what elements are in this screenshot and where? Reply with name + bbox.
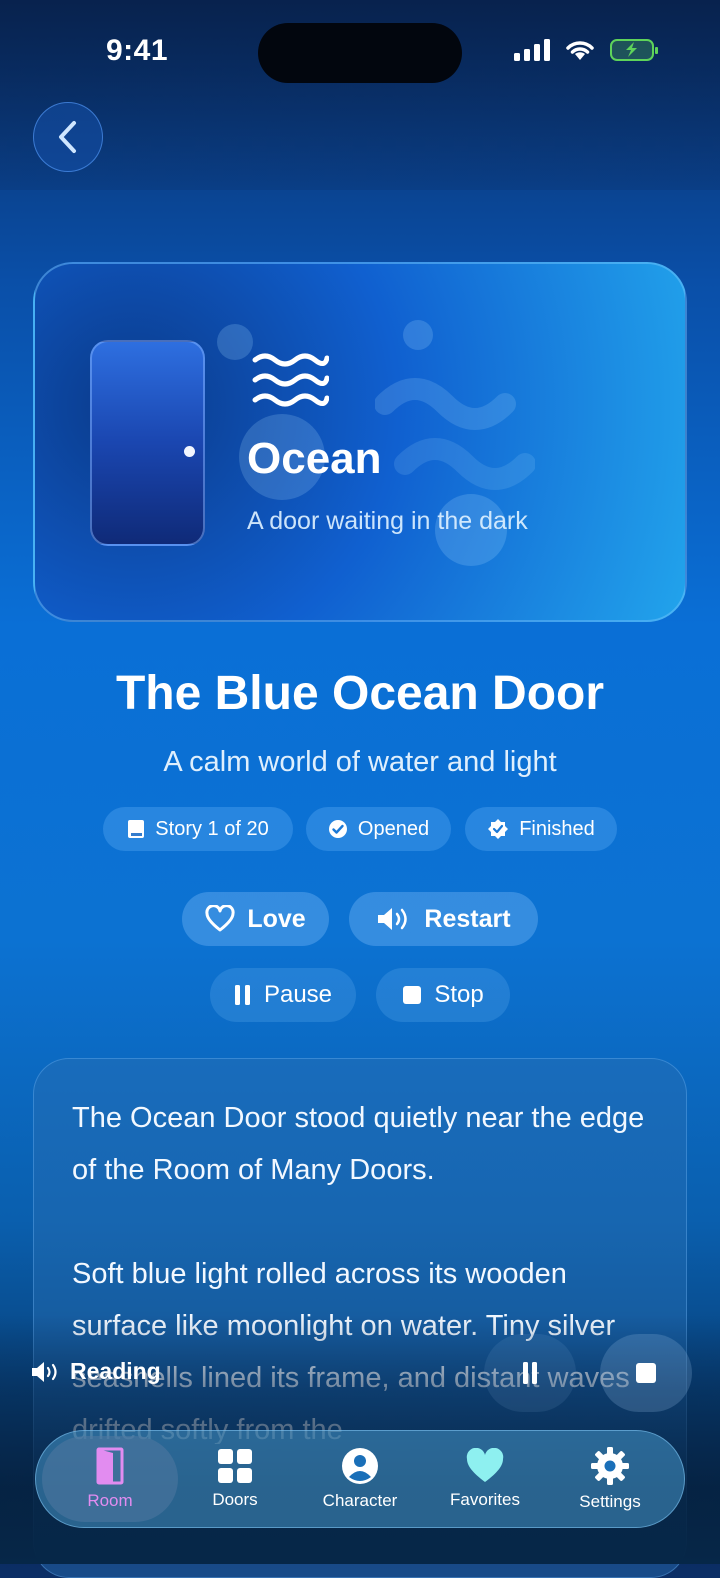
gear-icon <box>591 1447 629 1485</box>
wifi-icon <box>566 41 594 60</box>
status-icons <box>514 38 658 62</box>
tab-label: Room <box>87 1491 133 1510</box>
reading-label: Reading <box>70 1358 161 1384</box>
check-circle-icon <box>328 820 347 838</box>
tab-label: Favorites <box>450 1490 520 1509</box>
tab-room[interactable]: Room <box>45 1430 175 1528</box>
verified-badge-icon <box>488 819 509 839</box>
status-time: 9:41 <box>106 34 169 67</box>
tab-label: Doors <box>212 1490 258 1509</box>
pause-icon <box>234 985 250 1005</box>
decor-bubble <box>403 320 433 350</box>
grid-icon <box>218 1449 252 1483</box>
pause-button[interactable]: Pause <box>210 968 356 1022</box>
back-button[interactable] <box>33 102 103 172</box>
speaker-icon <box>378 908 408 930</box>
signal-icon <box>514 39 550 61</box>
chip-story-count: Story 1 of 20 <box>103 807 293 851</box>
battery-icon <box>610 39 658 61</box>
stop-button[interactable]: Stop <box>376 968 510 1022</box>
tab-settings[interactable]: Settings <box>545 1430 675 1528</box>
tab-label: Settings <box>579 1492 641 1511</box>
story-title: The Blue Ocean Door <box>115 667 605 720</box>
decor-waves-icon <box>375 378 535 490</box>
chevron-left-icon <box>59 121 76 153</box>
door-icon <box>96 1447 124 1485</box>
story-paragraph: The Ocean Door stood quietly near the ed… <box>72 1102 645 1186</box>
chip-label: Finished <box>519 817 595 840</box>
book-icon <box>128 820 145 838</box>
pause-label: Pause <box>263 981 333 1008</box>
chip-opened: Opened <box>306 807 451 851</box>
stop-label: Stop <box>434 981 484 1008</box>
love-button[interactable]: Love <box>182 892 329 946</box>
heart-icon <box>466 1448 504 1482</box>
tab-character[interactable]: Character <box>295 1430 425 1528</box>
waves-icon <box>252 353 329 407</box>
door-knob <box>184 446 195 457</box>
speaker-icon <box>32 1361 57 1382</box>
chip-label: Story 1 of 20 <box>155 817 269 840</box>
tab-doors[interactable]: Doors <box>170 1430 300 1528</box>
decor-bubble <box>217 324 253 360</box>
person-icon <box>342 1448 378 1484</box>
love-label: Love <box>247 904 306 933</box>
stop-icon <box>403 986 422 1004</box>
chip-finished: Finished <box>465 807 617 851</box>
hero-card: Ocean A door waiting in the dark <box>33 262 687 622</box>
pause-icon <box>523 1362 537 1384</box>
chip-label: Opened <box>357 817 430 840</box>
story-subtitle: A calm world of water and light <box>163 746 557 778</box>
restart-button[interactable]: Restart <box>349 892 538 946</box>
reading-indicator: Reading <box>30 1358 161 1385</box>
door-illustration <box>90 340 205 546</box>
player-stop-button[interactable] <box>600 1334 692 1412</box>
dynamic-island <box>258 23 462 83</box>
hero-title: Ocean <box>247 434 382 483</box>
hero-subtitle: A door waiting in the dark <box>247 507 528 535</box>
heart-outline-icon <box>205 905 235 932</box>
player-pause-button[interactable] <box>484 1334 576 1412</box>
tab-label: Character <box>322 1491 398 1510</box>
stop-icon <box>636 1363 656 1383</box>
tab-favorites[interactable]: Favorites <box>420 1430 550 1528</box>
restart-label: Restart <box>424 904 511 933</box>
